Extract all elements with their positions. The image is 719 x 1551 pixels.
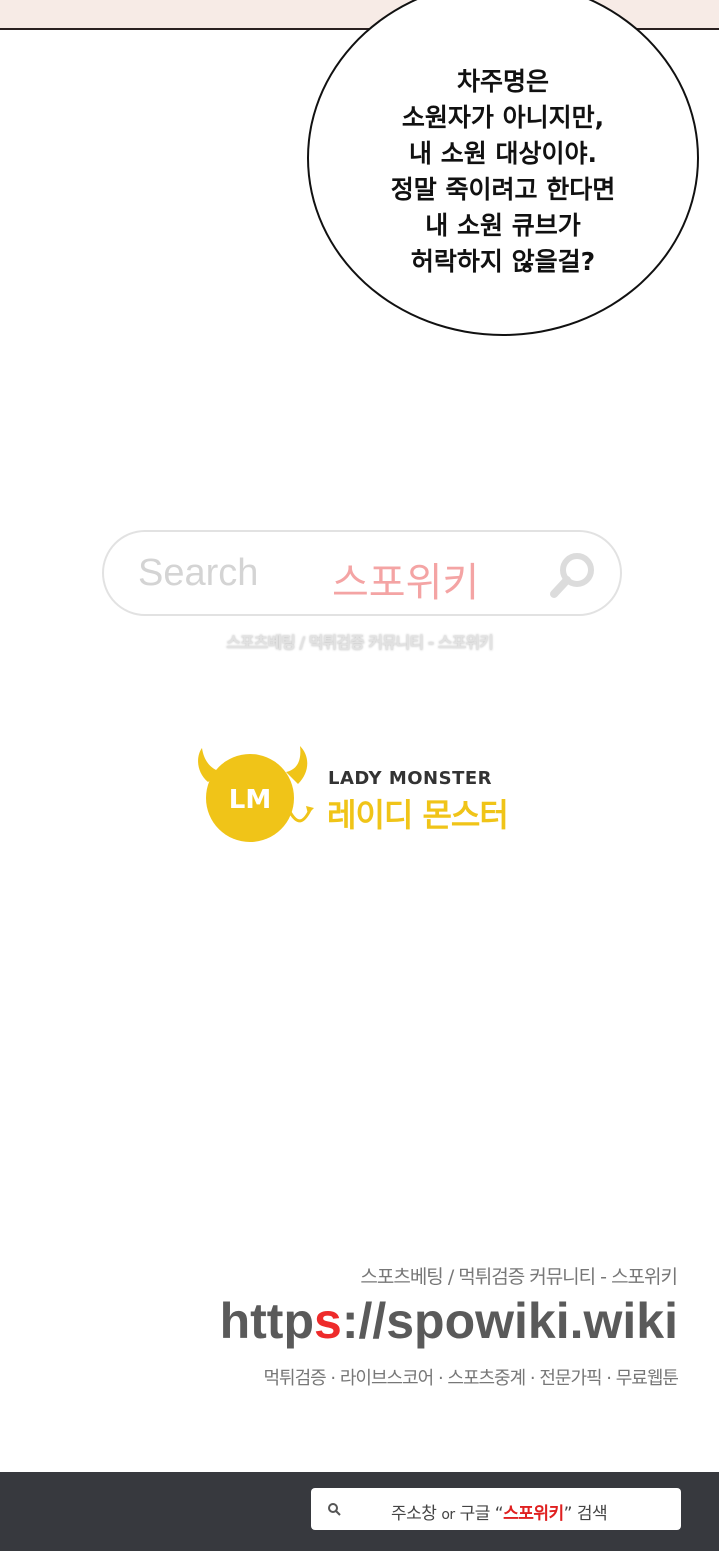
logo-badge: LM (229, 785, 271, 815)
search-placeholder: Search (138, 552, 259, 594)
url-highlight: s (314, 1293, 342, 1349)
search-brand-text: 스포위키 (332, 560, 480, 606)
footer-middle: 구글 (459, 1504, 491, 1524)
footer-prefix: 주소창 (391, 1504, 437, 1524)
footer-suffix: 검색 (576, 1504, 608, 1524)
promo-categories: 먹튀검증 · 라이브스코어 · 스포츠중계 · 전문가픽 · 무료웹툰 (263, 1368, 679, 1389)
promo-url-link[interactable]: https://spowiki.wiki (220, 1292, 678, 1350)
footer-close-quote: ” (563, 1504, 573, 1524)
footer-search-text: 주소창 or 구글 “스포위키” 검색 (391, 1499, 608, 1524)
footer-search-box[interactable]: 주소창 or 구글 “스포위키” 검색 (311, 1488, 681, 1530)
bubble-line: 허락하지 않을걸? (410, 247, 596, 276)
logo-name-en: LADY MONSTER (328, 768, 493, 789)
footer-bar: 주소창 or 구글 “스포위키” 검색 (0, 1472, 719, 1551)
bubble-line: 내 소원 대상이야. (409, 139, 597, 168)
footer-or: or (441, 1507, 455, 1523)
footer-open-quote: “ (494, 1504, 504, 1524)
search-icon (328, 1503, 341, 1516)
lady-monster-logo-icon: LM (198, 746, 314, 842)
bubble-line: 차주명은 (456, 67, 549, 96)
logo-name-ko: 레이디 몬스터 (327, 796, 509, 834)
bubble-line: 소원자가 아니지만, (401, 103, 605, 132)
magnifier-icon[interactable] (548, 550, 598, 600)
promo-tagline: 스포츠베팅 / 먹튀검증 커뮤니티 - 스포위키 (360, 1266, 678, 1288)
search-banner[interactable]: Search 스포위키 (102, 530, 622, 616)
bubble-line: 내 소원 큐브가 (425, 211, 581, 240)
speech-bubble: 차주명은 소원자가 아니지만, 내 소원 대상이야. 정말 죽이려고 한다면 내… (307, 0, 699, 336)
footer-brand: 스포위키 (503, 1504, 564, 1524)
search-banner-subtitle: 스포츠베팅 / 먹튀검증 커뮤니티 - 스포위키 (226, 633, 494, 652)
url-suffix: ://spowiki.wiki (341, 1293, 678, 1349)
url-prefix: http (219, 1293, 314, 1349)
bubble-line: 정말 죽이려고 한다면 (390, 175, 616, 204)
